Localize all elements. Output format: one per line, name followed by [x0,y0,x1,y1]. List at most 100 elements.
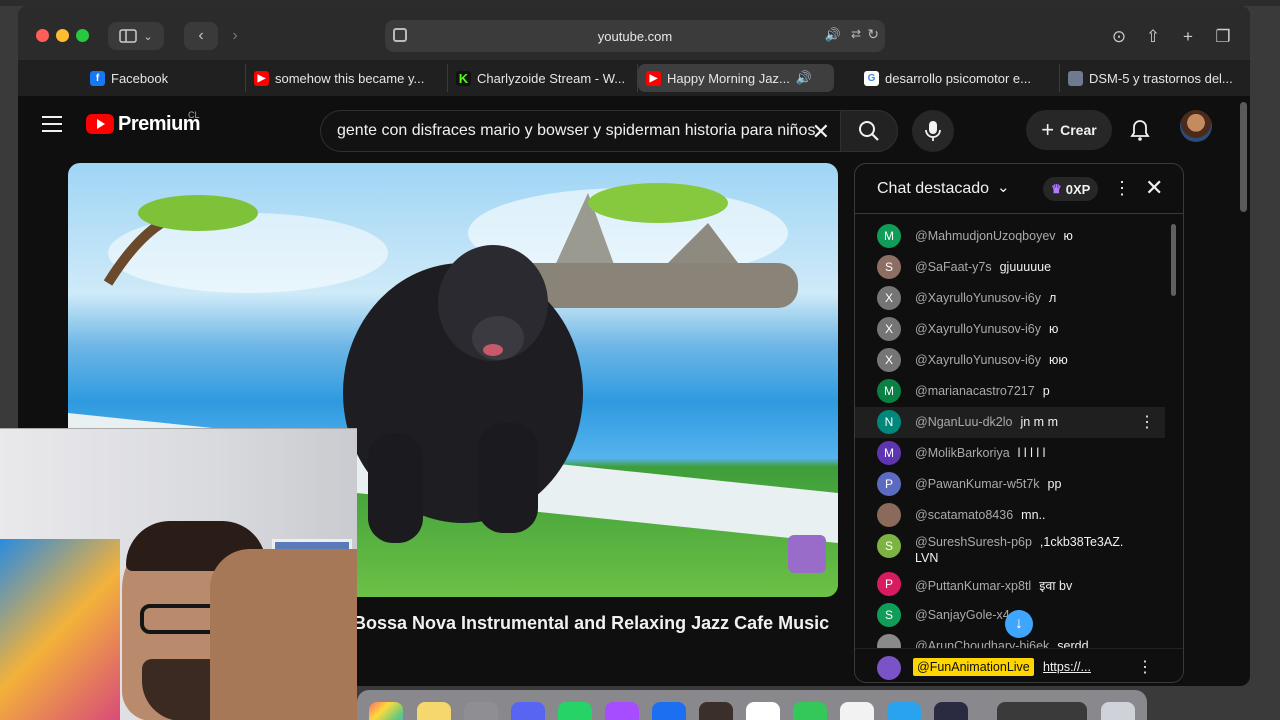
avatar[interactable]: S [877,534,901,558]
close-chat-icon[interactable]: ✕ [1145,175,1163,201]
speaker-icon[interactable]: 🔊 [796,70,812,86]
more-options-icon[interactable]: ⋮ [1113,178,1131,199]
voice-search-button[interactable] [912,110,954,152]
author-name[interactable]: @MolikBarkoriya [915,446,1010,460]
author-name[interactable]: @PawanKumar-w5t7k [915,477,1040,491]
chevron-down-icon[interactable]: ⌄ [997,178,1010,196]
tab-dsm5[interactable]: DSM-5 y trastornos del... [1060,64,1250,92]
notes-icon[interactable] [417,702,451,720]
avatar[interactable]: X [877,348,901,372]
chat-message[interactable]: M @marianacastro7217 p [855,376,1165,407]
capcut-icon[interactable] [840,702,874,720]
reload-icon[interactable]: ↻ [867,26,879,43]
more-options-icon[interactable]: ⋮ [1137,657,1153,677]
obs-icon[interactable] [934,702,968,720]
sidebar-toggle-button[interactable]: ⌄ [108,22,164,50]
tab-kick[interactable]: K Charlyzoide Stream - W... [448,64,638,92]
hamburger-menu-icon[interactable] [42,116,62,132]
author-name[interactable]: @MahmudjonUzoqboyev [915,229,1056,243]
avatar[interactable]: S [877,603,901,627]
page-menu-icon[interactable] [393,28,407,42]
pinned-author-name[interactable]: @FunAnimationLive [913,658,1034,676]
author-name[interactable]: @SaFaat-y7s [915,260,992,274]
jump-to-bottom-button[interactable]: ↓ [1005,610,1033,638]
channel-watermark-icon[interactable] [788,535,826,573]
xp-badge[interactable]: ♛ 0XP [1043,177,1099,201]
whatsapp-icon[interactable] [558,702,592,720]
messenger-icon[interactable] [605,702,639,720]
tab-youtube-1[interactable]: ▶ somehow this became y... [246,64,448,92]
search-input[interactable]: gente con disfraces mario y bowser y spi… [320,110,840,152]
back-button[interactable]: ‹ [184,22,218,50]
avatar[interactable]: S [877,255,901,279]
clear-search-icon[interactable]: ✕ [812,119,830,145]
author-name[interactable]: @scatamato8436 [915,508,1013,522]
author-name[interactable]: @SureshSuresh-p6p [915,535,1032,549]
chat-message[interactable]: @scatamato8436 mn.. [855,500,1165,531]
avatar[interactable]: X [877,286,901,310]
create-button[interactable]: + Crear [1026,110,1112,150]
tab-overview-button[interactable]: ❐ [1210,24,1236,50]
avatar[interactable]: X [877,317,901,341]
message-menu-icon[interactable]: ⋮ [1139,412,1155,432]
pinned-message[interactable]: @FunAnimationLive https://... ⋮ [855,648,1183,682]
tab-facebook[interactable]: f Facebook [82,64,246,92]
page-scrollbar[interactable] [1240,102,1247,212]
chat-message[interactable]: X @XayrulloYunusov-i6y л [855,283,1165,314]
downloads-button[interactable]: ⊙ [1106,24,1132,50]
chat-message[interactable]: S @SaFaat-y7s gjuuuuue [855,252,1165,283]
chat-message[interactable]: X @XayrulloYunusov-i6y ю [855,314,1165,345]
minimize-window-button[interactable] [56,29,69,42]
audio-playing-icon[interactable]: 🔊 [825,27,841,43]
avatar[interactable]: P [877,572,901,596]
search-button[interactable] [840,110,898,152]
avatar[interactable] [1180,110,1212,142]
chat-message[interactable]: P @PawanKumar-w5t7k pp [855,469,1165,500]
tab-google[interactable]: G desarrollo psicomotor e... [856,64,1060,92]
browser-icon[interactable] [887,702,921,720]
translate-icon[interactable]: ⇄ [851,27,861,41]
avatar[interactable] [877,656,901,680]
chat-mode-selector[interactable]: Chat destacado [877,180,989,198]
avatar[interactable]: P [877,472,901,496]
youtube-premium-logo[interactable]: Premium [86,110,201,138]
address-bar[interactable]: youtube.com 🔊 ⇄ ↻ [385,20,885,52]
tab-youtube-active[interactable]: ▶ Happy Morning Jaz... 🔊 [638,64,834,92]
game-icon[interactable] [699,702,733,720]
notifications-button[interactable] [1128,118,1152,142]
author-name[interactable]: @PuttanKumar-xp8tl [915,579,1031,593]
author-name[interactable]: @marianacastro7217 [915,384,1035,398]
avatar[interactable]: M [877,441,901,465]
chat-message[interactable]: M @MolikBarkoriya l l l l l [855,438,1165,469]
calendar-icon[interactable] [746,702,780,720]
photos-icon[interactable] [369,702,403,720]
forward-button[interactable]: › [220,22,250,50]
chat-scrollbar[interactable] [1171,224,1176,296]
close-window-button[interactable] [36,29,49,42]
avatar[interactable]: M [877,379,901,403]
recent-windows[interactable] [997,702,1087,720]
settings-icon[interactable] [464,702,498,720]
docs-icon[interactable] [652,702,686,720]
author-name[interactable]: @XayrulloYunusov-i6y [915,322,1041,336]
discord-icon[interactable] [511,702,545,720]
author-name[interactable]: @XayrulloYunusov-i6y [915,353,1041,367]
zoom-window-button[interactable] [76,29,89,42]
trash-icon[interactable] [1101,702,1135,720]
url-text: youtube.com [597,28,673,44]
facetime-icon[interactable] [793,702,827,720]
avatar[interactable] [877,503,901,527]
chat-message[interactable]: M @MahmudjonUzoqboyev ю [855,221,1165,252]
chat-message[interactable]: P @PuttanKumar-xp8tl इवा bv [855,569,1165,600]
share-button[interactable]: ⇧ [1140,24,1166,50]
pinned-link[interactable]: https://... [1043,660,1091,674]
new-tab-button[interactable]: + [1175,24,1201,50]
chat-message[interactable]: X @XayrulloYunusov-i6y юю [855,345,1165,376]
avatar[interactable]: N [877,410,901,434]
chat-message[interactable]: S @SureshSuresh-p6p ,1ckb38Te3AZ. LVN [855,531,1165,571]
avatar[interactable]: M [877,224,901,248]
author-name[interactable]: @NganLuu-dk2lo [915,415,1012,429]
chat-message-hovered[interactable]: N @NganLuu-dk2lo jn m m ⋮ [855,407,1165,438]
author-name[interactable]: @SanjayGole-x4 [915,608,1010,622]
author-name[interactable]: @XayrulloYunusov-i6y [915,291,1041,305]
